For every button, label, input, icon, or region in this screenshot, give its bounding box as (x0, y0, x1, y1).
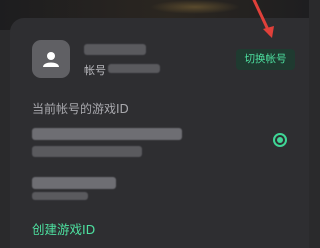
account-number-blurred (108, 64, 160, 73)
section-title-game-ids: 当前帐号的游戏ID (32, 102, 129, 116)
game-id-name-blurred (32, 177, 116, 189)
account-name-blurred (84, 44, 146, 55)
red-arrow-annotation (252, 0, 274, 38)
switch-account-button[interactable]: 切换帐号 (236, 49, 295, 70)
avatar (32, 40, 70, 78)
background-glow (150, 0, 240, 14)
user-silhouette-icon (43, 52, 59, 67)
game-id-detail-blurred (32, 192, 88, 200)
selected-radio[interactable] (273, 133, 287, 147)
game-id-name-blurred (32, 128, 182, 140)
game-id-detail-blurred (32, 146, 142, 157)
create-game-id-link[interactable]: 创建游戏ID (32, 219, 95, 238)
account-sub-label: 帐号 (84, 64, 106, 77)
